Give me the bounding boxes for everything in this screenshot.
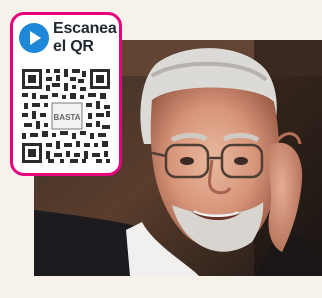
qr-center-logo: BASTA bbox=[54, 113, 81, 122]
qr-code-image: BASTA bbox=[20, 67, 112, 165]
qr-instruction: Escanea el QR bbox=[53, 20, 121, 56]
qr-callout[interactable]: Escanea el QR BASTA bbox=[10, 12, 122, 176]
news-image-card: Escanea el QR BASTA bbox=[0, 0, 322, 298]
play-icon bbox=[19, 23, 49, 53]
qr-instruction-line1: Escanea bbox=[53, 20, 117, 37]
qr-instruction-line2: el QR bbox=[53, 38, 94, 55]
